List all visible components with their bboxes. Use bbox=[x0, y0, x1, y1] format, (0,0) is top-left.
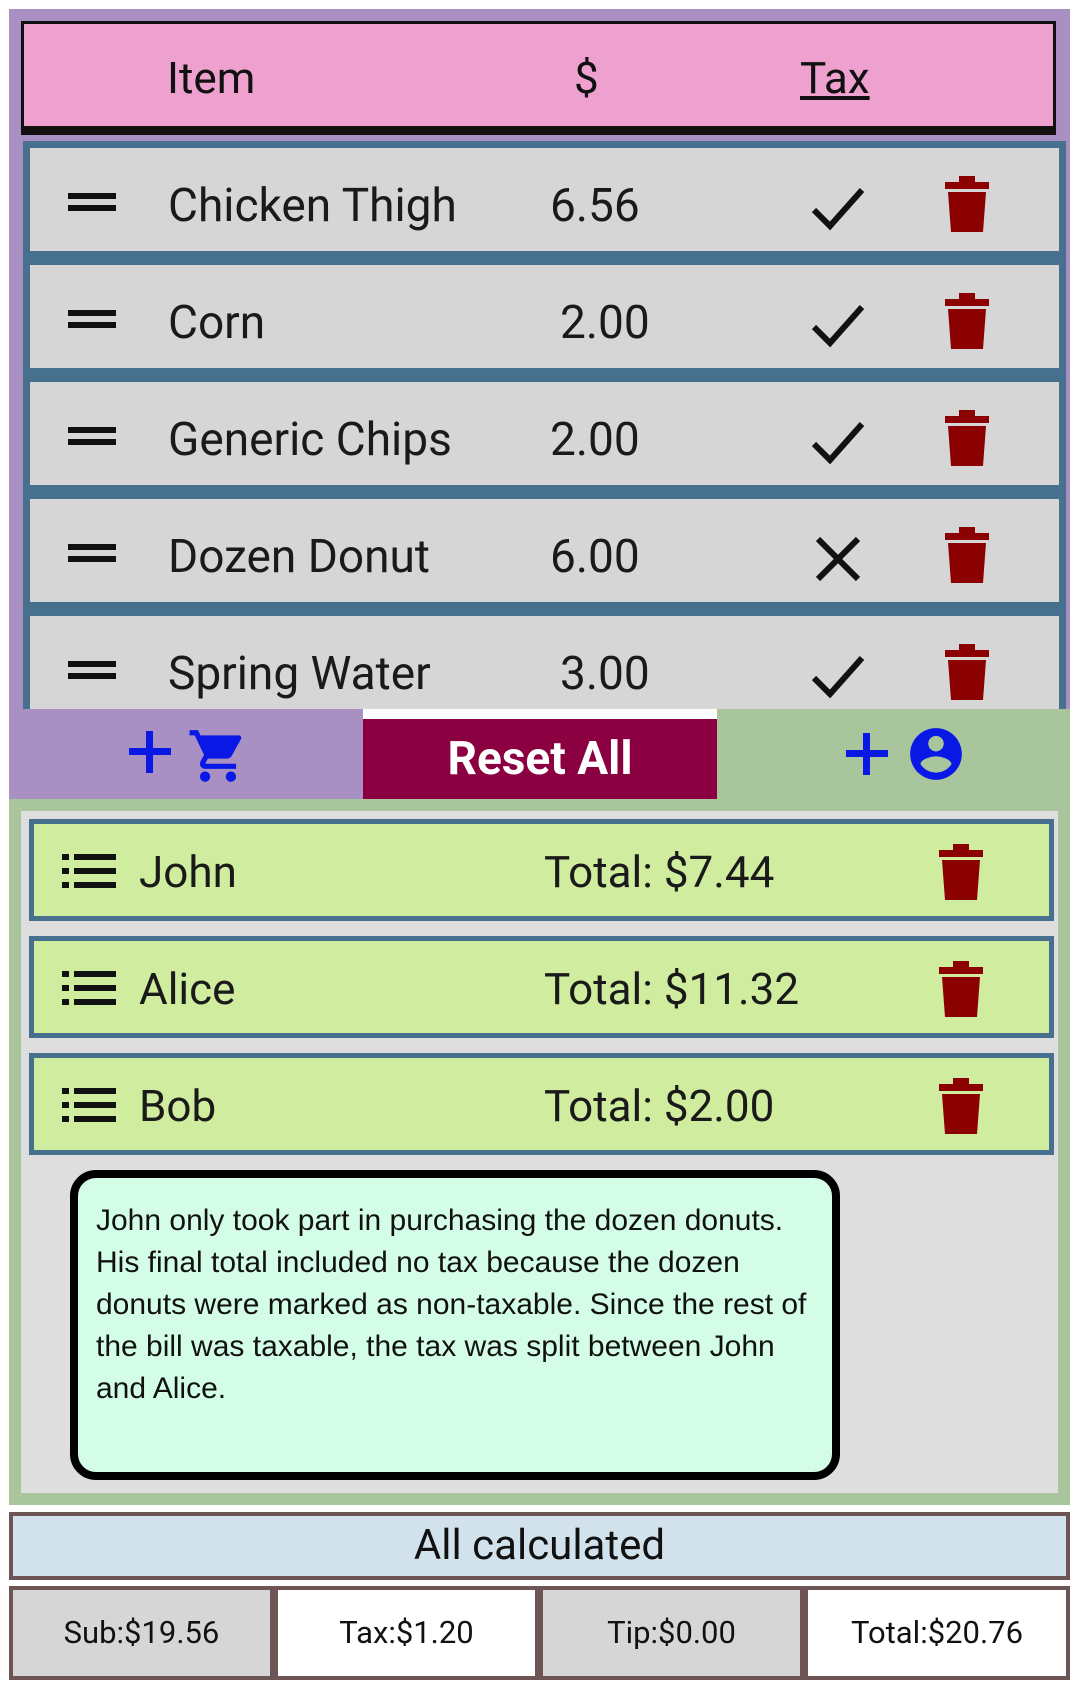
person-total: Total: $11.32 bbox=[544, 963, 800, 1015]
list-icon[interactable] bbox=[62, 1088, 116, 1122]
drag-handle-icon[interactable] bbox=[68, 310, 118, 328]
drag-handle-icon[interactable] bbox=[68, 427, 118, 445]
header-item-label: Item bbox=[167, 52, 256, 104]
person-row[interactable]: Alice Total: $11.32 bbox=[29, 936, 1054, 1038]
person-name[interactable]: Alice bbox=[139, 963, 235, 1015]
trash-icon[interactable] bbox=[945, 293, 989, 349]
drag-handle-icon[interactable] bbox=[68, 661, 118, 679]
item-name[interactable]: Dozen Donut bbox=[168, 530, 430, 584]
account-circle-icon bbox=[910, 728, 962, 780]
checkmark-icon[interactable] bbox=[810, 652, 866, 700]
subtotal-cell[interactable]: Sub:$19.56 bbox=[9, 1586, 274, 1680]
item-price[interactable]: 6.00 bbox=[550, 530, 640, 584]
trash-icon[interactable] bbox=[945, 176, 989, 232]
item-row[interactable]: Chicken Thigh 6.56 bbox=[23, 141, 1066, 258]
list-icon[interactable] bbox=[62, 854, 116, 888]
trash-icon[interactable] bbox=[945, 410, 989, 466]
trash-icon[interactable] bbox=[939, 961, 983, 1017]
person-row[interactable]: Bob Total: $2.00 bbox=[29, 1053, 1054, 1155]
item-price[interactable]: 6.56 bbox=[550, 179, 640, 233]
item-list[interactable]: Chicken Thigh 6.56 Corn 2.00 Generic Chi… bbox=[23, 141, 1066, 709]
grand-total-cell[interactable]: Total:$20.76 bbox=[804, 1586, 1070, 1680]
item-name[interactable]: Chicken Thigh bbox=[168, 179, 457, 233]
reset-all-button[interactable]: Reset All bbox=[363, 719, 717, 799]
checkmark-icon[interactable] bbox=[810, 301, 866, 349]
item-name[interactable]: Spring Water bbox=[168, 647, 431, 701]
items-header: Item $ Tax bbox=[21, 21, 1056, 135]
header-tax-toggle[interactable]: Tax bbox=[800, 52, 870, 104]
item-name[interactable]: Corn bbox=[168, 296, 265, 350]
tip-cell[interactable]: Tip:$0.00 bbox=[539, 1586, 804, 1680]
totals-bar: Sub:$19.56 Tax:$1.20 Tip:$0.00 Total:$20… bbox=[9, 1586, 1070, 1680]
item-row[interactable]: Spring Water 3.00 bbox=[23, 609, 1066, 709]
cross-icon[interactable] bbox=[810, 535, 866, 583]
item-row[interactable]: Corn 2.00 bbox=[23, 258, 1066, 375]
shopping-cart-icon bbox=[189, 730, 242, 782]
item-row[interactable]: Dozen Donut 6.00 bbox=[23, 492, 1066, 609]
item-price[interactable]: 3.00 bbox=[560, 647, 650, 701]
person-total: Total: $2.00 bbox=[544, 1080, 775, 1132]
items-panel: Item $ Tax Chicken Thigh 6.56 Corn 2.00 … bbox=[9, 9, 1070, 709]
drag-handle-icon[interactable] bbox=[68, 193, 118, 211]
header-price-label: $ bbox=[574, 52, 599, 104]
person-name[interactable]: Bob bbox=[139, 1080, 216, 1132]
trash-icon[interactable] bbox=[939, 1078, 983, 1134]
add-item-button[interactable] bbox=[9, 709, 363, 799]
list-icon[interactable] bbox=[62, 971, 116, 1005]
action-toolbar: Reset All bbox=[9, 709, 1070, 799]
trash-icon[interactable] bbox=[939, 844, 983, 900]
plus-icon bbox=[846, 733, 888, 775]
item-price[interactable]: 2.00 bbox=[550, 413, 640, 467]
checkmark-icon[interactable] bbox=[810, 418, 866, 466]
plus-icon bbox=[129, 731, 171, 773]
add-person-button[interactable] bbox=[717, 709, 1070, 799]
item-price[interactable]: 2.00 bbox=[560, 296, 650, 350]
info-note: John only took part in purchasing the do… bbox=[70, 1170, 840, 1480]
status-bar: All calculated bbox=[9, 1512, 1070, 1580]
person-total: Total: $7.44 bbox=[544, 846, 775, 898]
trash-icon[interactable] bbox=[945, 644, 989, 700]
item-name[interactable]: Generic Chips bbox=[168, 413, 452, 467]
drag-handle-icon[interactable] bbox=[68, 544, 118, 562]
person-row[interactable]: John Total: $7.44 bbox=[29, 819, 1054, 921]
person-name[interactable]: John bbox=[139, 846, 237, 898]
tax-cell[interactable]: Tax:$1.20 bbox=[274, 1586, 539, 1680]
trash-icon[interactable] bbox=[945, 527, 989, 583]
item-row[interactable]: Generic Chips 2.00 bbox=[23, 375, 1066, 492]
checkmark-icon[interactable] bbox=[810, 184, 866, 232]
